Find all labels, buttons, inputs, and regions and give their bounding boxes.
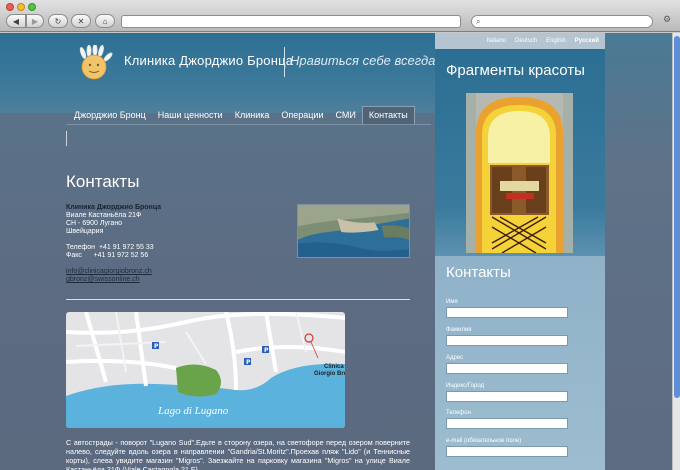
address-clinic-name: Клиника Джорджио Бронца [66, 204, 162, 211]
nav-item-clinic[interactable]: Клиника [229, 106, 276, 124]
search-icon: ⌕ [476, 17, 481, 26]
close-window-button[interactable] [6, 3, 14, 11]
nav-item-operations[interactable]: Операции [275, 106, 329, 124]
email-link-gbronz[interactable]: gbronz@swissonline.ch [66, 276, 140, 283]
lang-russian[interactable]: Русский [575, 38, 599, 44]
svg-text:P: P [246, 359, 251, 366]
svg-text:P: P [264, 347, 269, 354]
gear-icon[interactable]: ⚙ [659, 14, 675, 28]
sidebar-contacts-title: Контакты [446, 264, 511, 281]
clinic-logo [79, 45, 113, 80]
jukebox-image [466, 93, 573, 253]
page-title: Контакты [66, 172, 140, 191]
svg-text:P: P [154, 343, 159, 350]
phone-value: +41 91 972 55 33 [98, 244, 154, 251]
location-map[interactable]: P P P ClinicaGiorgio Bronz Lago di Lugan… [66, 312, 345, 428]
address-block: Клиника Джорджио Бронца Виале Кастаньёла… [66, 204, 161, 284]
fax-value: +41 91 972 52 56 [93, 252, 149, 259]
nav-item-bronz[interactable]: Джорджио Бронц [68, 106, 152, 124]
phone-field-label: Телефон [446, 410, 471, 416]
zoom-window-button[interactable] [28, 3, 36, 11]
zip-city-field[interactable] [446, 391, 568, 402]
beauty-fragments-title: Фрагменты красоты [446, 62, 585, 79]
fax-label: Факс [66, 252, 82, 259]
nav-item-contacts[interactable]: Контакты [361, 106, 415, 124]
phone-field[interactable] [446, 418, 568, 429]
url-input[interactable] [121, 15, 461, 28]
map-lake-label: Lago di Lugano [157, 405, 229, 417]
address-city: CH - 6900 Лугано [66, 220, 123, 227]
browser-toolbar: ◀ ▶ ↻ ✕ ⌂ ⌕ ⚙ [0, 0, 680, 32]
site-tagline: Нравиться себе всегда [290, 53, 436, 68]
scroll-thumb[interactable] [674, 36, 680, 398]
site-title[interactable]: Клиника Джорджио Бронца [124, 53, 293, 68]
nav-item-values[interactable]: Наши ценности [152, 106, 229, 124]
language-switcher: Italiano Deutsch English Русский [435, 33, 605, 49]
aerial-photo [297, 204, 410, 258]
address-label: Адрес [446, 355, 464, 361]
phone-label: Телефон [66, 244, 96, 251]
nav-item-media[interactable]: СМИ [329, 106, 361, 124]
email-link-info[interactable]: info@clinicagiorgiobronz.ch [66, 268, 152, 275]
reload-button[interactable]: ↻ [48, 14, 68, 28]
reload-icon: ↻ [54, 16, 62, 26]
search-input[interactable]: ⌕ [471, 15, 653, 28]
page-scrollbar[interactable] [672, 33, 680, 470]
stop-icon: ✕ [77, 16, 85, 26]
back-button[interactable]: ◀ [6, 14, 26, 28]
address-street: Виале Кастаньёла 21Ф [66, 212, 142, 219]
zip-city-label: Индекс/Город [446, 383, 485, 389]
email-field[interactable] [446, 446, 568, 457]
home-button[interactable]: ⌂ [95, 14, 115, 28]
lang-italiano[interactable]: Italiano [487, 38, 506, 44]
last-name-field[interactable] [446, 335, 568, 346]
forward-arrow-icon: ▶ [31, 16, 39, 26]
last-name-label: Фамилия [446, 327, 472, 333]
forward-button[interactable]: ▶ [26, 14, 44, 28]
main-nav: Джорджио Бронц Наши ценности Клиника Опе… [68, 106, 415, 124]
address-field[interactable] [446, 363, 568, 374]
lang-english[interactable]: English [546, 38, 566, 44]
stop-button[interactable]: ✕ [71, 14, 91, 28]
email-field-label: e-mail (обязательное поле) [446, 438, 522, 444]
address-country: Швейцария [66, 228, 104, 235]
back-arrow-icon: ◀ [12, 16, 20, 26]
directions-text: С автострады - поворот "Lugano Sud".Едьт… [66, 438, 410, 470]
page-viewport: Клиника Джорджио Бронца Нравиться себе в… [0, 33, 672, 470]
home-icon: ⌂ [102, 16, 108, 26]
minimize-window-button[interactable] [17, 3, 25, 11]
first-name-label: Имя [446, 299, 458, 305]
lang-deutsch[interactable]: Deutsch [515, 38, 537, 44]
first-name-field[interactable] [446, 307, 568, 318]
